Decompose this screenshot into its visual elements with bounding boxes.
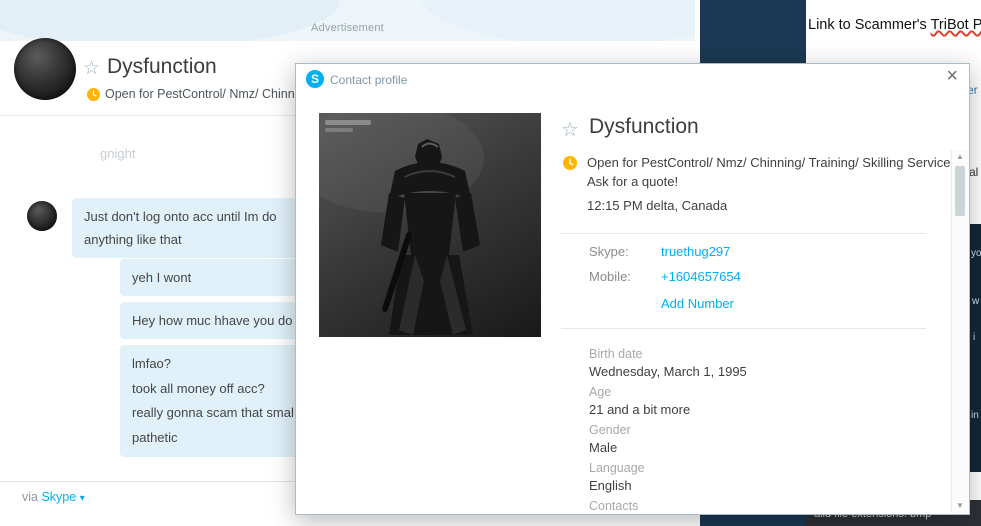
- away-status-icon: [87, 88, 100, 106]
- advertisement-label: Advertisement: [311, 22, 384, 34]
- scroll-down-icon[interactable]: ▼: [952, 499, 968, 513]
- gender-value: Male: [589, 440, 618, 455]
- section-divider: [561, 233, 926, 234]
- heading-text: Link to Scammer's: [808, 17, 931, 33]
- section-divider: [561, 328, 926, 329]
- mobile-value[interactable]: +1604657654: [661, 269, 741, 284]
- message-sender-avatar[interactable]: [27, 201, 57, 231]
- birth-date-label: Birth date: [589, 347, 643, 361]
- favorite-star-icon[interactable]: ☆: [561, 117, 579, 142]
- profile-picture: [319, 113, 541, 337]
- birth-date-value: Wednesday, March 1, 1995: [589, 364, 747, 379]
- clipped-text-fragment: in: [971, 410, 979, 421]
- profile-name: Dysfunction: [589, 115, 699, 138]
- add-number-link[interactable]: Add Number: [661, 296, 734, 311]
- profile-mood-message: Open for PestControl/ Nmz/ Chinning/ Tra…: [587, 155, 955, 189]
- language-value: English: [589, 478, 632, 493]
- message-line: Just don't log onto acc until Im do: [84, 209, 277, 224]
- via-skype-link[interactable]: via Skype ▾: [22, 490, 85, 504]
- skype-id-value[interactable]: truethug297: [661, 244, 730, 259]
- contact-mood-message: Open for PestControl/ Nmz/ Chinn: [105, 87, 295, 101]
- advertisement-banner: Advertisement: [0, 0, 695, 41]
- heading-flagged-text: TriBot P: [930, 17, 981, 33]
- armored-knight-figure: [319, 113, 484, 335]
- via-label: via: [22, 490, 38, 504]
- away-status-icon: [563, 156, 577, 175]
- received-message-bubble: Just don't log onto acc until Im do anyt…: [72, 198, 320, 258]
- scroll-up-icon[interactable]: ▲: [952, 150, 968, 164]
- close-icon[interactable]: ×: [946, 66, 958, 86]
- contact-name: Dysfunction: [107, 55, 217, 78]
- faded-message: gnight: [100, 146, 136, 161]
- clipped-text-fragment: yo: [971, 248, 981, 259]
- language-label: Language: [589, 461, 645, 475]
- clipped-text-fragment: al: [969, 165, 979, 179]
- chevron-down-icon[interactable]: ▾: [80, 493, 85, 504]
- age-value: 21 and a bit more: [589, 402, 691, 417]
- banner-decoration: [420, 0, 695, 41]
- clipped-text-fragment: i: [973, 332, 976, 343]
- favorite-star-icon[interactable]: ☆: [83, 57, 100, 80]
- image-watermark: [325, 120, 371, 125]
- via-skype-label[interactable]: Skype: [41, 490, 76, 504]
- scrollbar-thumb[interactable]: [955, 166, 965, 216]
- age-label: Age: [589, 385, 612, 399]
- message-line: anything like that: [84, 232, 182, 247]
- clipped-text-fragment: w: [972, 296, 980, 307]
- dialog-scrollbar[interactable]: ▲ ▼: [951, 150, 968, 513]
- mobile-label: Mobile:: [589, 269, 631, 284]
- dialog-title: Contact profile: [330, 73, 408, 87]
- image-watermark: [325, 128, 353, 132]
- contact-avatar[interactable]: [14, 38, 76, 100]
- skype-logo-icon: S: [306, 70, 324, 88]
- profile-local-time: 12:15 PM delta, Canada: [587, 198, 728, 213]
- gender-label: Gender: [589, 423, 631, 437]
- contact-profile-dialog: S Contact profile × ☆ Dysfunction Open f…: [295, 63, 970, 515]
- skype-id-label: Skype:: [589, 244, 629, 259]
- contacts-label: Contacts: [589, 499, 639, 513]
- edge-dark-panel: [970, 224, 981, 472]
- banner-decoration: [0, 0, 340, 41]
- page-heading: Link to Scammer's TriBot P: [808, 17, 981, 33]
